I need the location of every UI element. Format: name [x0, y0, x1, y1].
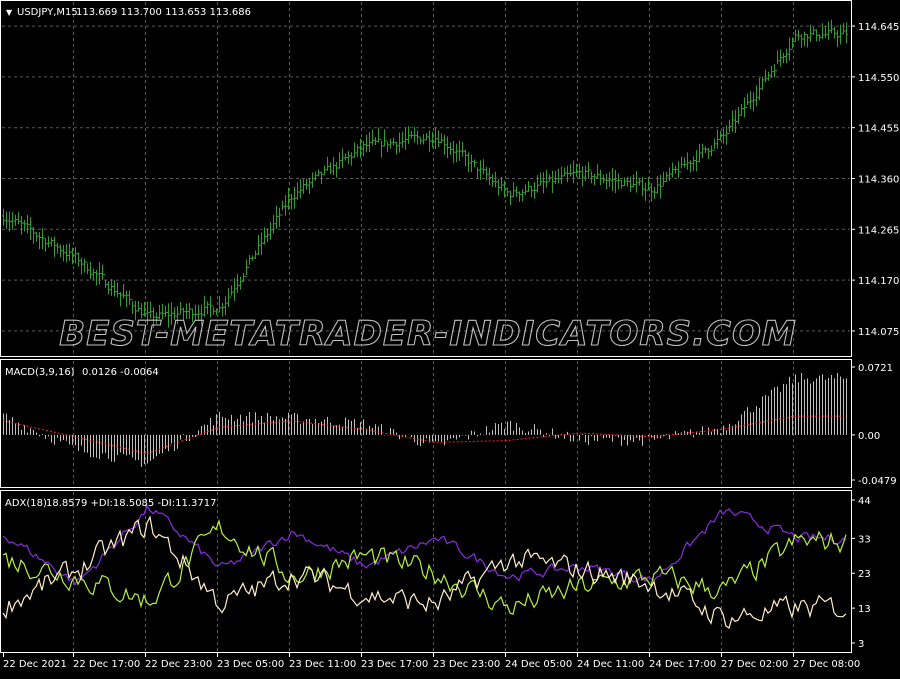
plus-di-line [2, 518, 847, 616]
chart-canvas: BEST-METATRADER-INDICATORS.COM ▼ USDJPY,… [0, 0, 899, 670]
adx-values: 18.8579 +DI:18.5085 -DI:11.3717 [46, 498, 216, 509]
macd-tick-label: 0.00 [858, 431, 880, 442]
adx-lines [2, 504, 847, 629]
time-tick-label: 24 Dec 05:00 [505, 659, 572, 670]
watermark-text: BEST-METATRADER-INDICATORS.COM [59, 314, 796, 354]
price-tick-label: 114.170 [858, 276, 899, 287]
collapse-triangle-icon[interactable]: ▼ [6, 8, 13, 17]
time-tick-label: 27 Dec 08:00 [793, 659, 860, 670]
macd-title: MACD(3,9,16) [5, 367, 75, 378]
time-tick-label: 24 Dec 17:00 [649, 659, 716, 670]
adx-tick-label: 33 [858, 534, 871, 545]
time-tick-label: 23 Dec 23:00 [433, 659, 500, 670]
macd-panel-frame[interactable] [0, 359, 852, 488]
adx-tick-label: 3 [858, 639, 864, 650]
adx-tick-label: 44 [858, 496, 871, 507]
price-symbol-label: USDJPY,M15 [17, 7, 78, 18]
time-tick-label: 23 Dec 11:00 [289, 659, 356, 670]
time-tick-label: 22 Dec 2021 [3, 659, 67, 670]
adx-line [2, 504, 847, 586]
macd-histogram [3, 373, 847, 467]
minus-di-line [2, 515, 847, 629]
price-tick-label: 114.550 [858, 73, 899, 84]
macd-values: 0.0126 -0.0064 [82, 367, 159, 378]
price-tick-label: 114.265 [858, 225, 899, 236]
price-tick-label: 114.075 [858, 327, 899, 338]
adx-tick-label: 13 [858, 604, 871, 615]
macd-tick-label: 0.0721 [858, 363, 893, 374]
time-tick-label: 22 Dec 17:00 [73, 659, 140, 670]
price-axis: 114.645 114.550 114.455 114.360 114.265 114.1… [851, 22, 899, 338]
adx-panel-frame[interactable] [0, 490, 852, 653]
time-tick-label: 23 Dec 05:00 [217, 659, 284, 670]
time-tick-label: 23 Dec 17:00 [361, 659, 428, 670]
macd-tick-label: -0.0479 [858, 476, 897, 487]
price-tick-label: 114.645 [858, 22, 899, 33]
price-bars [2, 19, 848, 329]
time-tick-label: 27 Dec 02:00 [721, 659, 788, 670]
adx-title: ADX(18) [5, 498, 47, 509]
price-tick-label: 114.360 [858, 175, 899, 186]
price-tick-label: 114.455 [858, 124, 899, 135]
time-tick-label: 22 Dec 23:00 [145, 659, 212, 670]
time-tick-label: 24 Dec 11:00 [577, 659, 644, 670]
adx-axis: 44 33 23 13 3 [851, 496, 871, 650]
time-axis: 22 Dec 2021 22 Dec 17:00 22 Dec 23:00 23 De… [3, 653, 860, 670]
price-ohlc-readout: 113.669 113.700 113.653 113.686 [76, 7, 251, 18]
adx-tick-label: 23 [858, 569, 871, 580]
macd-axis: 0.0721 0.00 -0.0479 [851, 363, 897, 487]
metatrader-chart-window: BEST-METATRADER-INDICATORS.COM ▼ USDJPY,… [0, 0, 900, 675]
